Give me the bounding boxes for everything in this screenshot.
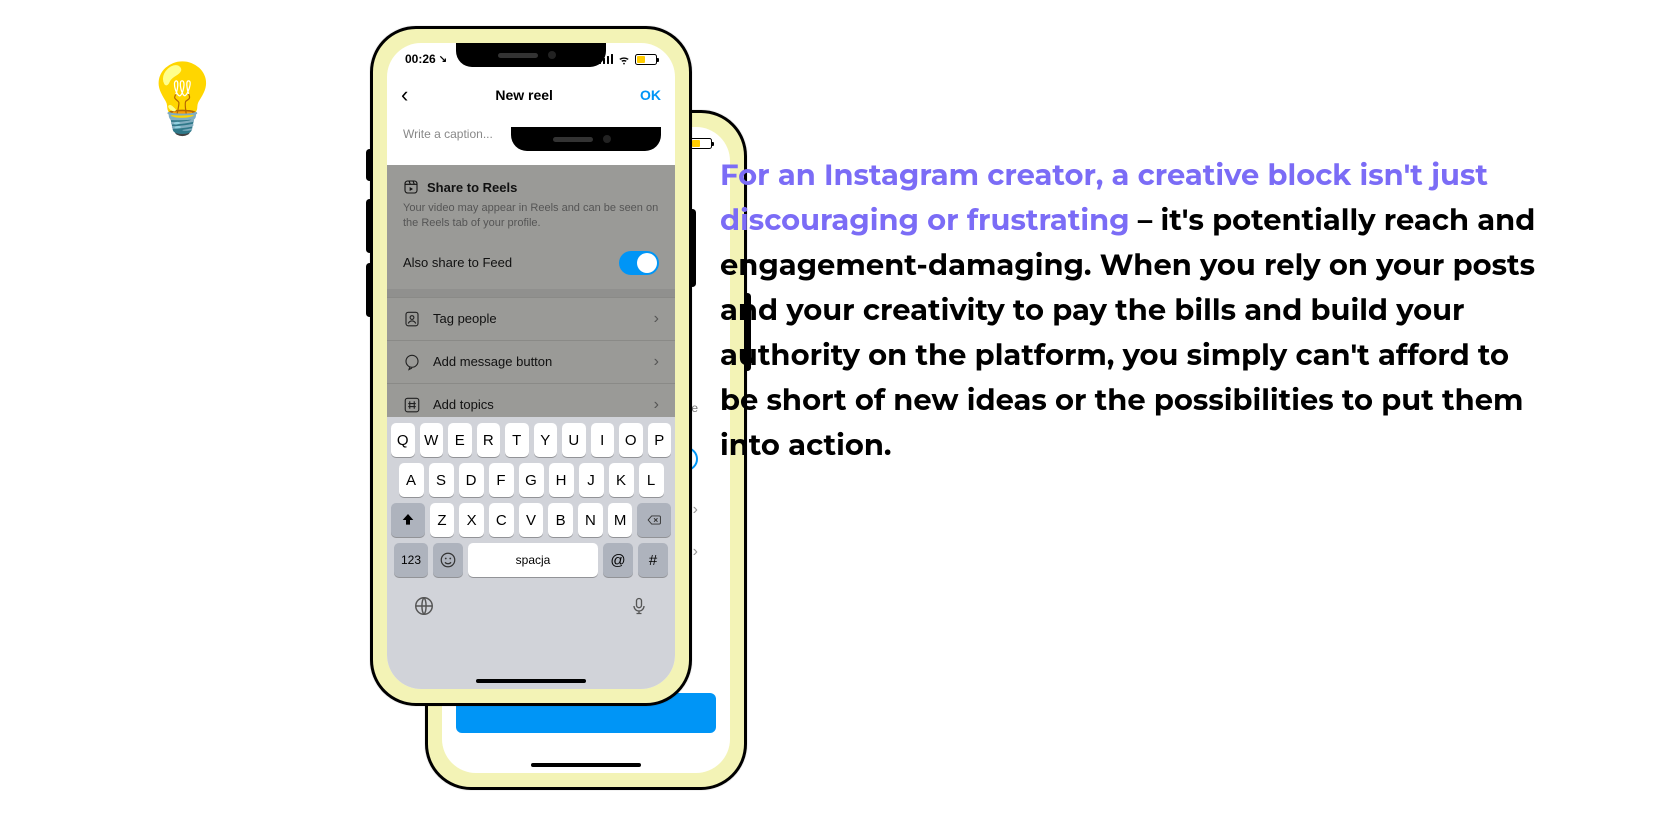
globe-icon[interactable] xyxy=(413,595,435,617)
battery-icon xyxy=(690,138,712,149)
at-key[interactable]: @ xyxy=(603,543,633,577)
key-m[interactable]: M xyxy=(608,503,633,537)
key-f[interactable]: F xyxy=(489,463,514,497)
shift-icon xyxy=(400,512,416,528)
chevron-right-icon: › xyxy=(654,310,659,328)
home-indicator xyxy=(476,679,586,683)
side-button xyxy=(366,263,373,317)
back-button[interactable]: ‹ xyxy=(401,82,408,108)
chevron-right-icon: › xyxy=(654,353,659,371)
chevron-right-icon: › xyxy=(693,543,698,561)
reels-icon xyxy=(403,179,419,195)
key-t[interactable]: T xyxy=(505,423,529,457)
share-reels-title: Share to Reels xyxy=(427,180,517,195)
also-share-feed-toggle[interactable] xyxy=(619,251,659,275)
header-title: New reel xyxy=(495,87,553,103)
caption-placeholder: Write a caption... xyxy=(403,127,493,141)
notch xyxy=(511,127,661,151)
key-c[interactable]: C xyxy=(489,503,514,537)
key-g[interactable]: G xyxy=(519,463,544,497)
key-o[interactable]: O xyxy=(619,423,643,457)
key-a[interactable]: A xyxy=(399,463,424,497)
options-panel: Share to Reels Your video may appear in … xyxy=(387,165,675,417)
key-j[interactable]: J xyxy=(579,463,604,497)
key-v[interactable]: V xyxy=(519,503,544,537)
also-share-feed-row: Also share to Feed xyxy=(387,237,675,289)
key-l[interactable]: L xyxy=(639,463,664,497)
app-header: ‹ New reel OK xyxy=(387,77,675,113)
location-arrow-icon: ↘ xyxy=(439,54,447,65)
side-button xyxy=(366,149,373,181)
phones-container: een on the › › 00:26 ↘ xyxy=(130,0,660,830)
option-label: Add topics xyxy=(433,397,494,412)
home-indicator xyxy=(531,763,641,767)
person-icon xyxy=(403,310,421,328)
key-w[interactable]: W xyxy=(420,423,444,457)
emoji-icon xyxy=(439,551,457,569)
key-u[interactable]: U xyxy=(562,423,586,457)
wifi-icon xyxy=(617,52,631,66)
also-share-feed-label: Also share to Feed xyxy=(403,255,512,270)
side-button xyxy=(689,209,696,287)
shift-key[interactable] xyxy=(391,503,425,537)
key-q[interactable]: Q xyxy=(391,423,415,457)
emoji-key[interactable] xyxy=(433,543,463,577)
tag-people-row[interactable]: Tag people › xyxy=(387,297,675,340)
article-paragraph: For an Instagram creator, a creative blo… xyxy=(720,154,1550,469)
key-i[interactable]: I xyxy=(591,423,615,457)
keyboard: QWERTYUIOP ASDFGHJKL ZXCVBNM 123 spacja … xyxy=(387,417,675,689)
option-label: Add message button xyxy=(433,354,552,369)
hashtag-icon xyxy=(403,396,421,414)
key-b[interactable]: B xyxy=(548,503,573,537)
side-button xyxy=(366,199,373,253)
key-h[interactable]: H xyxy=(549,463,574,497)
space-key[interactable]: spacja xyxy=(468,543,598,577)
key-z[interactable]: Z xyxy=(430,503,455,537)
status-time: 00:26 xyxy=(405,52,436,66)
battery-icon xyxy=(635,54,657,65)
backspace-key[interactable] xyxy=(637,503,671,537)
key-k[interactable]: K xyxy=(609,463,634,497)
share-reels-desc: Your video may appear in Reels and can b… xyxy=(403,201,659,231)
backspace-icon xyxy=(645,513,663,527)
key-e[interactable]: E xyxy=(448,423,472,457)
chevron-right-icon: › xyxy=(654,396,659,414)
mic-icon[interactable] xyxy=(629,595,649,617)
key-p[interactable]: P xyxy=(648,423,672,457)
key-n[interactable]: N xyxy=(578,503,603,537)
key-r[interactable]: R xyxy=(477,423,501,457)
chevron-right-icon: › xyxy=(693,501,698,519)
notch xyxy=(456,43,606,67)
key-s[interactable]: S xyxy=(429,463,454,497)
key-x[interactable]: X xyxy=(459,503,484,537)
add-topics-row[interactable]: Add topics › xyxy=(387,383,675,417)
key-d[interactable]: D xyxy=(459,463,484,497)
message-icon xyxy=(403,353,421,371)
body-text: – it's potentially reach and engagement-… xyxy=(720,203,1535,463)
numbers-key[interactable]: 123 xyxy=(394,543,428,577)
option-label: Tag people xyxy=(433,311,497,326)
ok-button[interactable]: OK xyxy=(640,87,661,103)
hash-key[interactable]: # xyxy=(638,543,668,577)
add-message-row[interactable]: Add message button › xyxy=(387,340,675,383)
key-y[interactable]: Y xyxy=(534,423,558,457)
